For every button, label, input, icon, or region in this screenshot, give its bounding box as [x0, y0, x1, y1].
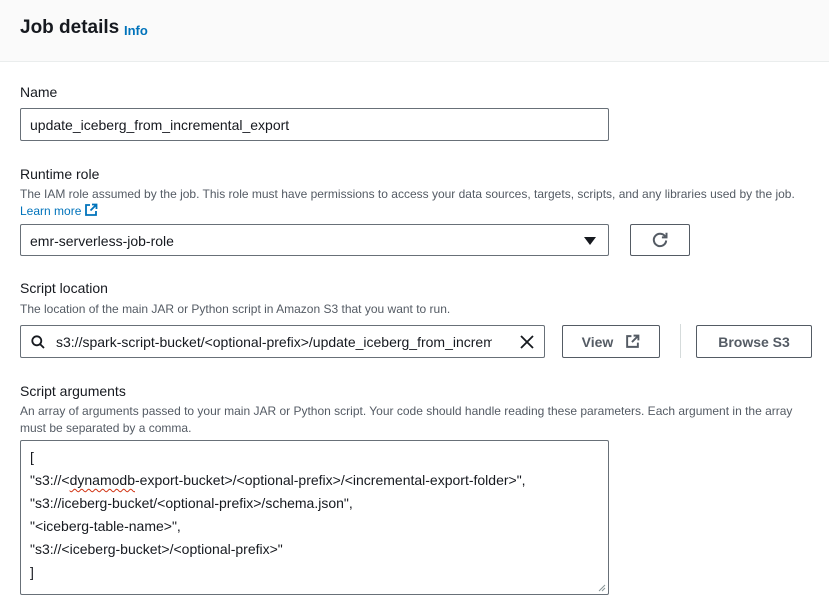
name-label: Name [20, 84, 58, 100]
section-title: Job details [20, 17, 120, 38]
resize-handle-icon[interactable] [598, 584, 606, 592]
search-icon [31, 335, 45, 349]
script-arguments-textarea[interactable]: [ "s3://<dynamodb-export-bucket>/<option… [20, 440, 609, 595]
refresh-icon [652, 232, 668, 248]
caret-down-icon [584, 237, 596, 245]
arguments-line-1: "s3://<dynamodb-export-bucket>/<optional… [30, 472, 526, 488]
arguments-line-2: "s3://iceberg-bucket/<optional-prefix>/s… [30, 495, 353, 511]
script-arguments-description: An array of arguments passed to your mai… [20, 404, 793, 435]
runtime-role-label: Runtime role [20, 166, 100, 182]
learn-more-label: Learn more [20, 204, 82, 218]
script-location-description: The location of the main JAR or Python s… [20, 302, 451, 316]
name-input[interactable]: update_iceberg_from_incremental_export [20, 108, 609, 141]
browse-s3-label: Browse S3 [718, 333, 790, 350]
script-location-value: s3://spark-script-bucket/<optional-prefi… [56, 334, 492, 350]
arguments-line-close: ] [30, 564, 34, 580]
arguments-line-4: "s3://<iceberg-bucket>/<optional-prefix>… [30, 541, 283, 557]
close-icon[interactable] [519, 334, 535, 350]
arguments-line-open: [ [30, 449, 34, 465]
external-link-icon [626, 334, 640, 348]
script-arguments-label: Script arguments [20, 383, 126, 399]
runtime-role-description-text: The IAM role assumed by the job. This ro… [20, 187, 795, 201]
browse-s3-button[interactable]: Browse S3 [696, 325, 812, 358]
button-divider [680, 324, 681, 358]
runtime-role-description: The IAM role assumed by the job. This ro… [20, 186, 815, 220]
arguments-line-3: "<iceberg-table-name>", [30, 518, 181, 534]
name-input-value: update_iceberg_from_incremental_export [30, 117, 290, 133]
view-button[interactable]: View [562, 325, 660, 358]
learn-more-link[interactable]: Learn more [20, 203, 98, 218]
script-location-input[interactable]: s3://spark-script-bucket/<optional-prefi… [20, 325, 545, 358]
arg1-prefix: "s3://< [30, 472, 70, 488]
section-header: Job details Info [0, 0, 829, 62]
arg1-rest: -export-bucket>/<optional-prefix>/<incre… [135, 472, 526, 488]
refresh-button[interactable] [630, 224, 690, 256]
external-link-icon [85, 203, 98, 216]
spellcheck-word: dynamodb [69, 472, 135, 488]
runtime-role-selected: emr-serverless-job-role [30, 233, 174, 249]
script-location-label: Script location [20, 280, 108, 296]
info-link[interactable]: Info [124, 23, 148, 38]
view-button-label: View [581, 333, 614, 350]
runtime-role-select[interactable]: emr-serverless-job-role [20, 224, 609, 256]
